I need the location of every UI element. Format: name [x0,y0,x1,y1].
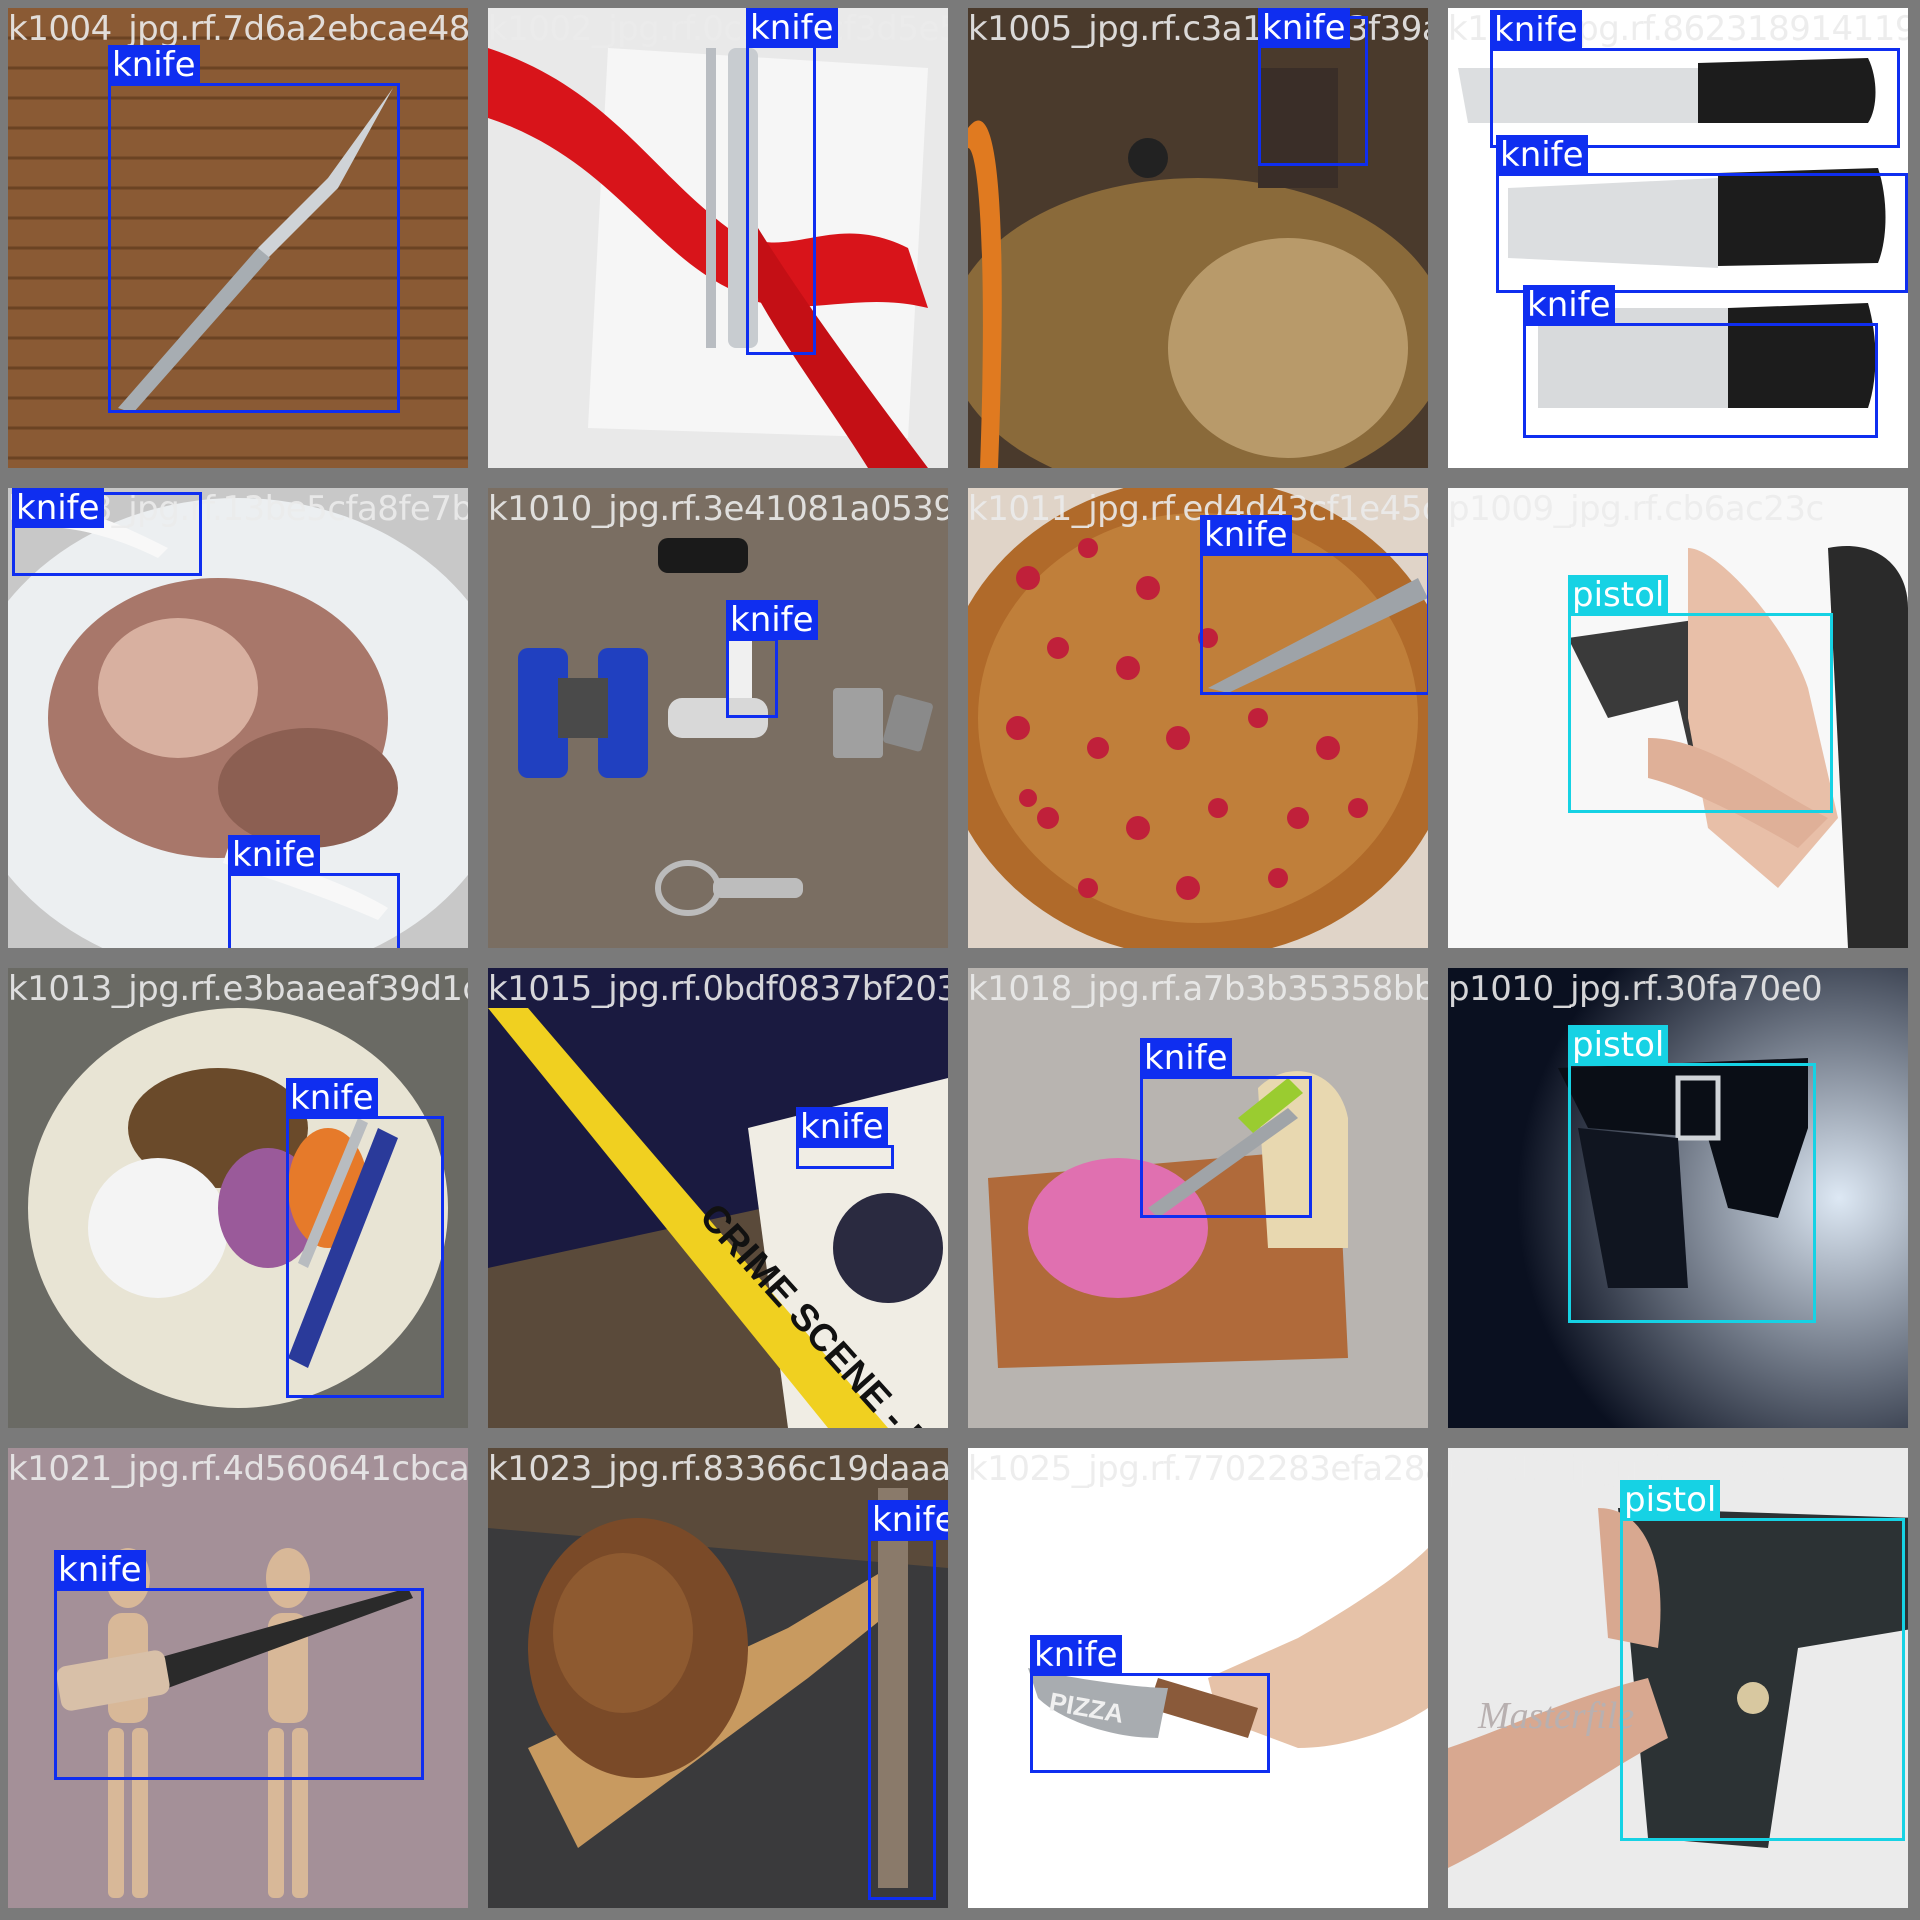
detection-label-knife: knife [1200,515,1292,555]
tile-pistol-watermark: Masterfile p1012_jpg.rf.31e84a pistol [1448,1448,1908,1908]
detection-label-pistol: pistol [1620,1480,1721,1520]
detection-label-pistol: pistol [1568,575,1669,615]
detection-label-knife: knife [108,45,200,85]
detection-label-knife: knife [1030,1635,1122,1675]
tile-pocket-items: k1010_jpg.rf.3e41081a0539a19e02knife [488,488,948,948]
tile-toy-food: k1018_jpg.rf.a7b3b35358bb4a8068knife [968,968,1428,1428]
detection-box-pistol [1568,1063,1816,1323]
detection-box-knife [746,13,816,355]
detection-label-knife: knife [228,835,320,875]
detection-label-knife: knife [54,1550,146,1590]
tile-crime-scene: CRIME SCENE - DO k1015_jpg.rf.0bdf0837bf… [488,968,948,1428]
detection-label-knife: knife [1258,8,1350,48]
tile-mannequins: k1021_jpg.rf.4d560641cbcaf63knife [8,1448,468,1908]
detection-label-pistol: pistol [1568,1025,1669,1065]
detection-label-knife: knife [286,1078,378,1118]
tile-filename: p1010_jpg.rf.30fa70e0 [1448,969,1823,1009]
tile-filename: k1002_jpg.rf.0c3e4bcf3d5e5f0e93044e [488,9,948,49]
detection-box-knife [726,638,778,718]
detection-box-knife [286,1116,444,1398]
detection-box-knife [1140,1076,1312,1218]
tile-knife-on-mat: k1004_jpg.rf.7d6a2ebcae48d4f3b85pgdknife [8,8,468,468]
tile-filename: k1010_jpg.rf.3e41081a0539a19e02 [488,489,948,529]
tile-ribbon-cutlery: k1002_jpg.rf.0c3e4bcf3d5e5f0e93044eknife [488,8,948,468]
detection-box-knife [1490,48,1900,148]
detection-box-knife [1030,1673,1270,1773]
tile-filename: k1011_jpg.rf.ed4d43cf1e45ceaca58 [968,489,1428,529]
detection-box-knife [1523,323,1878,438]
tile-meat-plate: k1008_jpg.rf.13be5cfa8fe7b2f2485knifekni… [8,488,468,948]
detection-box-knife [228,873,400,948]
detection-label-knife: knife [796,1107,888,1147]
tile-filename: k1018_jpg.rf.a7b3b35358bb4a8068 [968,969,1428,1009]
detection-box-knife [1200,553,1428,695]
detection-label-knife: knife [1140,1038,1232,1078]
tile-filename: k1015_jpg.rf.0bdf0837bf2036c447 [488,969,948,1009]
tile-filename: k1025_jpg.rf.7702283efa28a4f3 [968,1449,1428,1489]
detection-box-knife [1496,173,1908,293]
tile-revolver: p1010_jpg.rf.30fa70e0pistol [1448,968,1908,1428]
tile-pizza-cutter: PIZZA k1025_jpg.rf.7702283efa28a4f3knife [968,1448,1428,1908]
detection-box-pistol [1620,1518,1905,1841]
tile-three-knives: k1006_jpg.rf.862318914119d76knifeknifekn… [1448,8,1908,468]
detection-label-knife: knife [868,1500,948,1540]
detection-label-knife: knife [1523,285,1615,325]
ribbon-cutlery-image [488,8,948,468]
detection-label-knife: knife [1490,10,1582,50]
crime-scene-image: CRIME SCENE - DO [488,968,948,1428]
detection-label-knife: knife [726,600,818,640]
tile-filename: p1009_jpg.rf.cb6ac23c [1448,489,1824,529]
tile-food-plate: k1013_jpg.rf.e3baaeaf39d1da58knife [8,968,468,1428]
tile-filename: k1004_jpg.rf.7d6a2ebcae48d4f3b85pgd [8,9,468,49]
tile-roast-pig: k1005_jpg.rf.c3a14e853f39aef884f0knife [968,8,1428,468]
detection-label-knife: knife [746,8,838,48]
tile-cherry-pie: k1011_jpg.rf.ed4d43cf1e45ceaca58knife [968,488,1428,948]
detection-box-knife [796,1145,894,1169]
tile-pistol-hand: p1009_jpg.rf.cb6ac23cpistol [1448,488,1908,948]
tile-bread-board: k1023_jpg.rf.83366c19daaa18dknife [488,1448,948,1908]
tile-filename: k1023_jpg.rf.83366c19daaa18d [488,1449,948,1489]
masterfile-watermark: Masterfile [1477,1695,1634,1737]
detection-box-knife [54,1588,424,1780]
detection-label-knife: knife [12,488,104,528]
tile-filename: k1013_jpg.rf.e3baaeaf39d1da58 [8,969,468,1009]
detection-box-pistol [1568,613,1833,813]
detection-box-knife [868,1538,936,1900]
detection-box-knife [108,83,400,413]
detection-mosaic: k1004_jpg.rf.7d6a2ebcae48d4f3b85pgdknife… [0,0,1920,1920]
pocket-items-image [488,488,948,948]
detection-label-knife: knife [1496,135,1588,175]
tile-filename: k1021_jpg.rf.4d560641cbcaf63 [8,1449,468,1489]
